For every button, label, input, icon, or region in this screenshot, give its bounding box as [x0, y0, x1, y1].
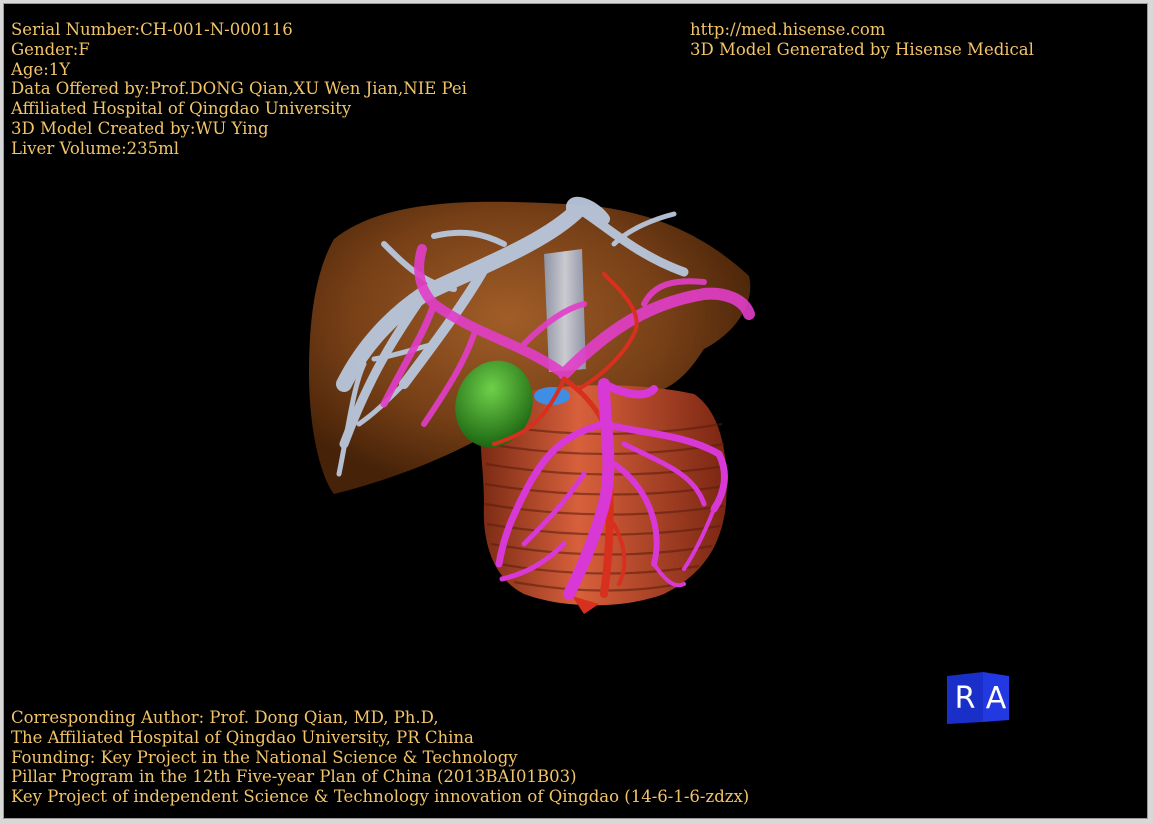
credit-project-text: Key Project of independent Science & Tec…: [11, 787, 750, 807]
credit-author-text: Corresponding Author: Prof. Dong Qian, M…: [11, 708, 439, 727]
orientation-cube-widget[interactable]: R A: [943, 668, 1013, 726]
credit-program-text: Pillar Program in the 12th Five-year Pla…: [11, 767, 577, 787]
credit-funding-text: Founding: Key Project in the National Sc…: [11, 747, 518, 767]
orientation-label-r: R: [955, 681, 976, 716]
orientation-label-a: A: [986, 681, 1007, 716]
credits-overlay: Corresponding Author: Prof. Dong Qian, M…: [11, 708, 749, 807]
credit-hospital-text: The Affiliated Hospital of Qingdao Unive…: [11, 727, 474, 747]
3d-render-viewport[interactable]: Serial Number:CH-001-N-000116 Gender:F A…: [3, 3, 1148, 819]
